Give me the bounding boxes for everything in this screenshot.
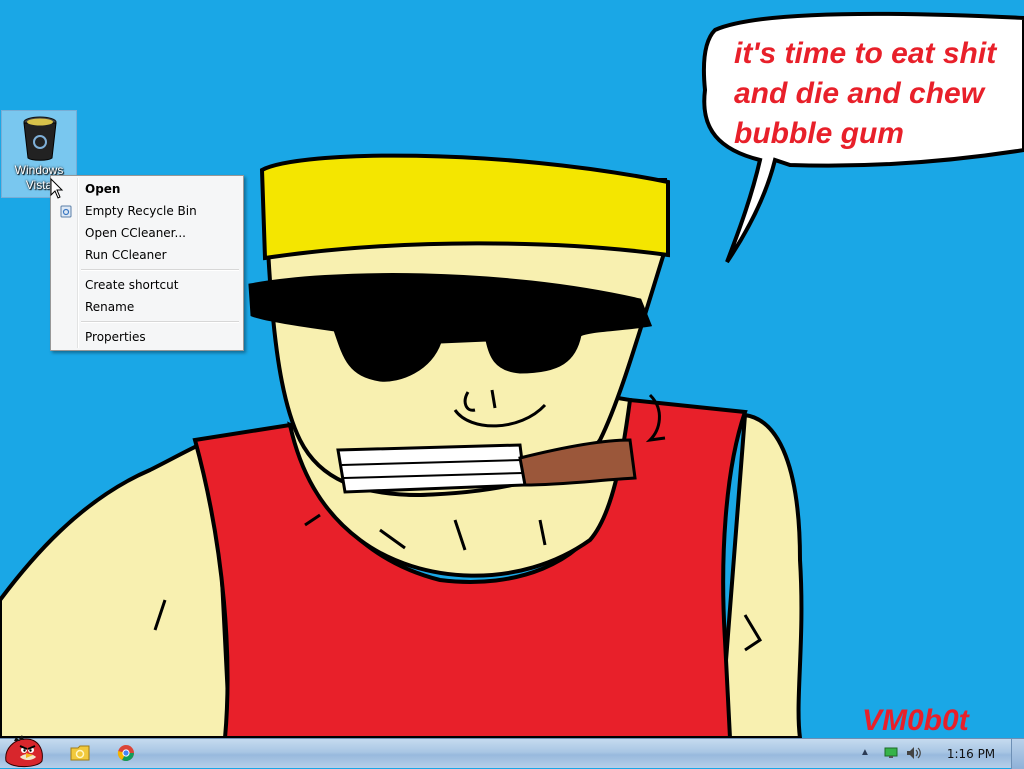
recycle-bin-icon [60, 205, 72, 218]
recycle-bin-icon [23, 116, 57, 161]
angry-bird-icon[interactable] [2, 731, 46, 769]
mouse-cursor-icon [50, 178, 64, 199]
network-icon[interactable] [884, 747, 898, 759]
menu-separator [81, 269, 239, 271]
menu-item-run-ccleaner[interactable]: Run CCleaner [53, 244, 241, 266]
yellow-hat [259, 153, 670, 261]
speech-text-line-1: it's time to eat shit [734, 37, 997, 70]
menu-item-rename[interactable]: Rename [53, 296, 241, 318]
volume-icon[interactable] [906, 746, 922, 760]
menu-item-empty-recycle-bin[interactable]: Empty Recycle Bin [53, 200, 241, 222]
menu-separator [81, 321, 239, 323]
speech-text-line-2: and die and chew [734, 77, 985, 110]
menu-item-label: Empty Recycle Bin [85, 204, 197, 218]
menu-item-open[interactable]: Open [53, 178, 241, 200]
context-menu: Open Empty Recycle Bin Open CCleaner... … [50, 175, 244, 351]
show-hidden-icons-arrow[interactable]: ▲ [860, 747, 870, 758]
explorer-icon[interactable] [70, 744, 90, 762]
taskbar: ▲ 1:16 PM [0, 735, 1024, 769]
chrome-icon[interactable] [117, 744, 135, 762]
taskbar-clock[interactable]: 1:16 PM [936, 739, 1006, 769]
teeth [336, 443, 527, 494]
menu-item-properties[interactable]: Properties [53, 326, 241, 348]
speech-text-line-3: bubble gum [734, 117, 904, 150]
show-desktop-button[interactable] [1011, 739, 1024, 769]
menu-item-create-shortcut[interactable]: Create shortcut [53, 274, 241, 296]
menu-item-open-ccleaner[interactable]: Open CCleaner... [53, 222, 241, 244]
wallpaper-signature: VM0b0t [862, 704, 969, 737]
